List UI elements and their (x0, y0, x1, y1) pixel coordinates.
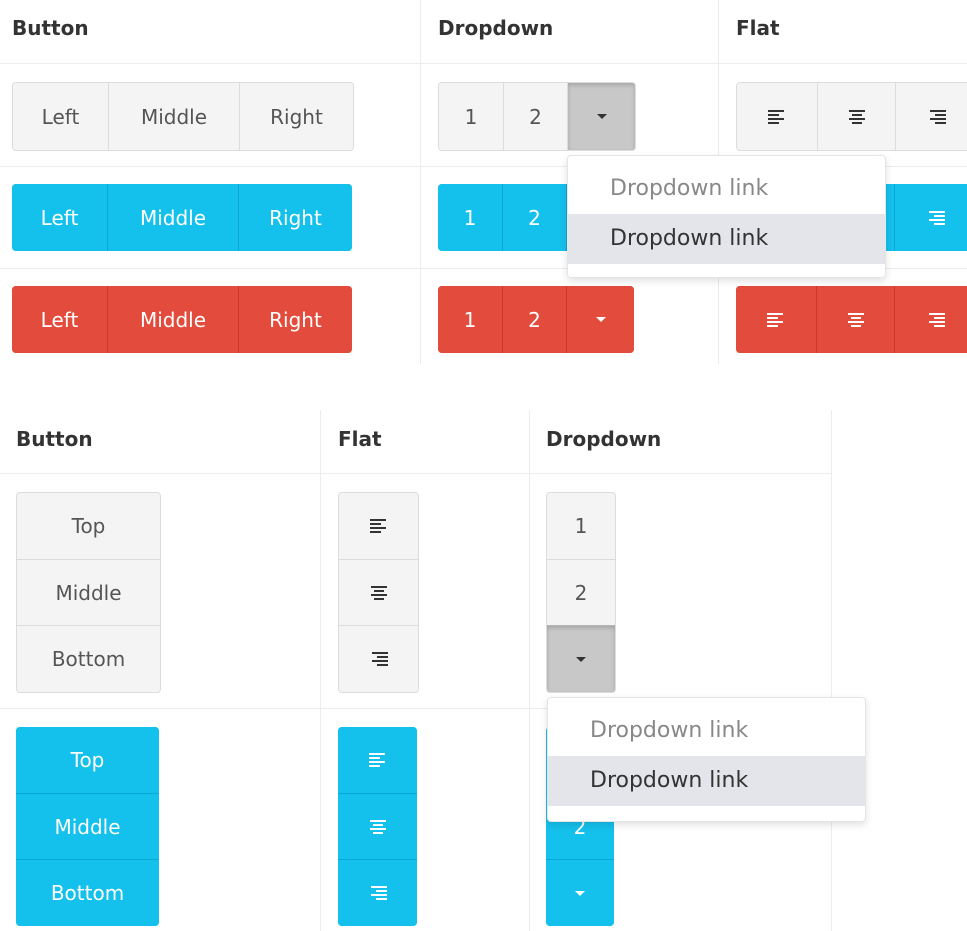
dropdown-group-default: 1 2 (438, 82, 636, 151)
number-1-button[interactable]: 1 (547, 493, 615, 559)
left-button[interactable]: Left (12, 286, 107, 353)
align-center-button[interactable] (816, 286, 894, 353)
bottom-button[interactable]: Bottom (16, 859, 159, 926)
header-flat-top: Flat (736, 16, 780, 40)
right-button[interactable]: Right (238, 286, 352, 353)
align-center-button[interactable] (817, 83, 895, 150)
middle-button[interactable]: Middle (107, 184, 238, 251)
vertical-button-group-info: Top Middle Bottom (16, 727, 159, 926)
right-button[interactable]: Right (238, 184, 352, 251)
align-right-button[interactable] (895, 83, 967, 150)
dropdown-menu: Dropdown link Dropdown link (547, 697, 866, 822)
align-right-button[interactable] (894, 286, 967, 353)
left-button[interactable]: Left (12, 184, 107, 251)
align-center-icon (370, 585, 387, 600)
number-1-button[interactable]: 1 (438, 184, 502, 251)
align-center-button[interactable] (339, 559, 418, 625)
align-left-icon (369, 519, 386, 533)
flat-group-danger (736, 286, 967, 353)
middle-button[interactable]: Middle (16, 793, 159, 859)
divider (0, 473, 832, 474)
align-center-button[interactable] (338, 793, 417, 859)
align-left-button[interactable] (736, 286, 816, 353)
left-button[interactable]: Left (13, 83, 108, 150)
number-1-button[interactable]: 1 (439, 83, 503, 150)
header-flat-bottom: Flat (338, 427, 382, 451)
flat-group-default (736, 82, 967, 151)
align-center-icon (847, 312, 864, 327)
align-right-button[interactable] (339, 625, 418, 692)
align-right-icon (370, 886, 387, 900)
header-button-bottom: Button (16, 427, 93, 451)
align-center-icon (848, 109, 865, 124)
caret-down-icon (595, 317, 606, 322)
dropdown-link[interactable]: Dropdown link (548, 706, 865, 756)
align-left-button[interactable] (339, 493, 418, 559)
dropdown-link[interactable]: Dropdown link (548, 756, 865, 806)
header-dropdown-top: Dropdown (438, 16, 554, 40)
vertical-flat-group-info (338, 727, 417, 926)
align-right-icon (929, 109, 946, 124)
dropdown-link[interactable]: Dropdown link (568, 164, 885, 214)
align-right-button[interactable] (894, 184, 967, 251)
button-group-info: Left Middle Right (12, 184, 352, 251)
caret-down-icon (596, 114, 607, 119)
align-right-icon (928, 210, 945, 225)
vertical-dropdown-group-default: 1 2 (546, 492, 616, 693)
bottom-button[interactable]: Bottom (17, 625, 160, 692)
top-button[interactable]: Top (17, 493, 160, 559)
header-dropdown-bottom: Dropdown (546, 427, 662, 451)
dropdown-toggle-button[interactable] (547, 625, 615, 692)
divider (420, 0, 421, 364)
align-left-icon (767, 312, 783, 327)
dropdown-toggle-button[interactable] (567, 83, 635, 150)
align-right-button[interactable] (338, 859, 417, 926)
number-2-button[interactable]: 2 (547, 559, 615, 625)
align-left-button[interactable] (338, 727, 417, 793)
middle-button[interactable]: Middle (107, 286, 238, 353)
dropdown-link[interactable]: Dropdown link (568, 214, 885, 264)
dropdown-toggle-button[interactable] (546, 859, 614, 926)
align-right-icon (928, 312, 945, 327)
caret-down-icon (575, 890, 585, 896)
align-left-icon (368, 753, 385, 767)
button-group-default: Left Middle Right (12, 82, 354, 151)
dropdown-menu: Dropdown link Dropdown link (567, 155, 886, 278)
vertical-button-group-default: Top Middle Bottom (16, 492, 161, 693)
align-right-icon (371, 652, 388, 666)
dropdown-toggle-button[interactable] (566, 286, 634, 353)
caret-down-icon (576, 656, 586, 662)
dropdown-group-danger: 1 2 (438, 286, 634, 353)
button-group-danger: Left Middle Right (12, 286, 352, 353)
align-left-icon (768, 109, 784, 124)
divider (831, 410, 832, 931)
divider (320, 410, 321, 931)
number-2-button[interactable]: 2 (502, 184, 566, 251)
vertical-flat-group-default (338, 492, 419, 693)
middle-button[interactable]: Middle (108, 83, 239, 150)
header-button-top: Button (12, 16, 89, 40)
align-center-icon (369, 819, 386, 834)
top-button[interactable]: Top (16, 727, 159, 793)
divider (0, 63, 967, 64)
right-button[interactable]: Right (239, 83, 353, 150)
divider (529, 410, 530, 931)
number-2-button[interactable]: 2 (503, 83, 567, 150)
number-2-button[interactable]: 2 (502, 286, 566, 353)
number-1-button[interactable]: 1 (438, 286, 502, 353)
align-left-button[interactable] (737, 83, 817, 150)
middle-button[interactable]: Middle (17, 559, 160, 625)
